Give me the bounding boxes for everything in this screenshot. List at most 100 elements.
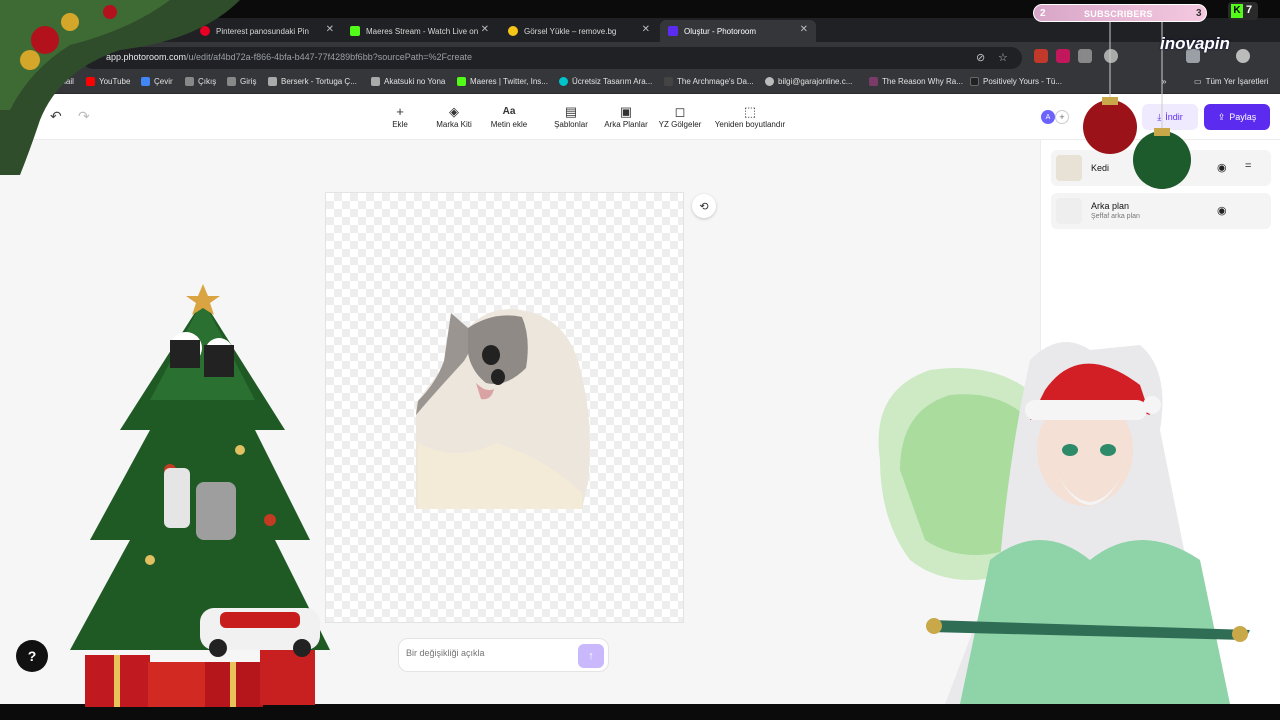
tab-title: Pinterest panosundaki Pin (216, 26, 309, 36)
subscriber-count-left: 2 (1040, 8, 1046, 19)
close-icon[interactable]: ✕ (326, 24, 334, 35)
star-icon[interactable]: ☆ (998, 51, 1008, 64)
kick-count: 7 (1246, 4, 1253, 16)
page-icon (664, 77, 673, 86)
extension-icon[interactable] (1078, 49, 1092, 63)
tool-yeniden-boyutlandir[interactable]: ⬚ Yeniden boyutlandır (705, 104, 795, 129)
drag-handle-icon[interactable]: = (1245, 160, 1251, 172)
kick-icon: K (1231, 4, 1243, 18)
layers-panel: Kedi ◉ = Arka plan Şeffaf arka plan ◉ (1040, 140, 1280, 704)
page-icon (371, 77, 380, 86)
text-icon: Aa (502, 106, 516, 117)
page-icon (185, 77, 194, 86)
send-button[interactable]: ↑ (578, 644, 604, 668)
layer-name: Kedi (1091, 163, 1110, 173)
removebg-icon (508, 26, 518, 36)
address-row: ⚙ app.photoroom.com/u/edit/af4bd72a-f866… (0, 42, 1280, 72)
address-bar[interactable]: ⚙ app.photoroom.com/u/edit/af4bd72a-f866… (82, 47, 1022, 69)
screen: { "browser": { "tabs": [ {"title": "Pint… (0, 0, 1280, 720)
layer-item-kedi[interactable]: Kedi ◉ = (1051, 150, 1271, 186)
canvas-ai-icon[interactable]: ⟲ (692, 194, 716, 218)
pinterest-icon (200, 26, 210, 36)
layer-item-arka-plan[interactable]: Arka plan Şeffaf arka plan ◉ (1051, 193, 1271, 229)
tool-metin-ekle[interactable]: Aa Metin ekle (474, 104, 544, 129)
folder-icon: ▭ (1194, 77, 1202, 86)
bookmark-reason[interactable]: The Reason Why Ra... (869, 77, 963, 86)
bookmarks-bar: Gmail YouTube Çevir Çıkış Giriş Berserk … (0, 72, 1280, 94)
extension-icon[interactable] (1034, 49, 1048, 63)
extension-icon[interactable] (1056, 49, 1070, 63)
download-icon: ⤓ (1157, 111, 1162, 122)
tab-photoroom[interactable]: Oluştur - Photoroom ✕ (660, 20, 816, 42)
prompt-box[interactable]: ↑ (398, 638, 609, 672)
arrow-up-icon: ↑ (588, 650, 594, 662)
bookmark-yona[interactable]: Akatsuki no Yona (371, 77, 445, 86)
help-button[interactable]: ? (16, 640, 48, 672)
bookmark-positively[interactable]: Positively Yours - Tü... (970, 77, 1062, 86)
bookmark-gmail[interactable]: Gmail (40, 77, 74, 86)
close-icon[interactable]: ✕ (642, 24, 650, 35)
eye-icon[interactable]: ◉ (1217, 161, 1227, 174)
bookmark-cikis[interactable]: Çıkış (185, 77, 216, 86)
tab-title: Oluştur - Photoroom (684, 26, 757, 36)
layer-thumbnail (1056, 155, 1082, 181)
photoroom-icon (668, 26, 678, 36)
bottom-strip (0, 704, 1280, 720)
invite-plus-icon[interactable]: + (1055, 110, 1069, 124)
page-icon (970, 77, 979, 86)
eye-icon[interactable]: ◉ (1217, 204, 1227, 217)
tab-kick[interactable]: Maeres Stream - Watch Live on ✕ (342, 20, 497, 42)
page-icon (268, 77, 277, 86)
redo-icon[interactable]: ↷ (78, 108, 90, 125)
share-button[interactable]: ⇪ Paylaş (1204, 104, 1270, 130)
translate-icon (141, 77, 150, 86)
kick-icon (350, 26, 360, 36)
canvas[interactable] (325, 192, 684, 623)
download-button[interactable]: ⤓ İndir (1142, 104, 1198, 130)
youtube-icon (86, 77, 95, 86)
resize-icon: ⬚ (743, 104, 757, 119)
subscriber-goal-bar: 2 SUBSCRIBERS 3 (1033, 4, 1207, 22)
layer-name: Arka plan (1091, 201, 1130, 211)
bookmark-cevir[interactable]: Çevir (141, 77, 173, 86)
photoroom-editor: ↶ ↷ + Ekle ◈ Marka Kiti Aa Metin ekle ▤ Şabl… (0, 94, 1280, 704)
profile-avatar[interactable] (1236, 49, 1250, 63)
layer-thumbnail (1056, 198, 1082, 224)
describe-change-input[interactable] (406, 648, 566, 658)
tab-pinterest[interactable]: Pinterest panosundaki Pin ✕ (192, 20, 342, 42)
tab-removebg[interactable]: Görsel Yükle – remove.bg ✕ (500, 20, 658, 42)
page-icon (227, 77, 236, 86)
page-icon (869, 77, 878, 86)
kick-icon (457, 77, 466, 86)
close-icon[interactable]: ✕ (800, 24, 808, 35)
subscriber-count-right: 3 (1196, 8, 1202, 19)
close-icon[interactable]: ✕ (481, 24, 489, 35)
gmail-icon (40, 77, 49, 86)
kick-badge: K 7 (1228, 2, 1258, 20)
inovapin-watermark: inovapin (1160, 34, 1230, 53)
bookmark-archmage[interactable]: The Archmage's Da... (664, 77, 754, 86)
all-bookmarks-folder[interactable]: ▭ Tüm Yer İşaretleri (1194, 77, 1268, 86)
bookmark-maeres[interactable]: Maeres | Twitter, Ins... (457, 77, 548, 86)
bookmark-canva[interactable]: Ücretsiz Tasarım Ara... (559, 77, 652, 86)
bookmark-giris[interactable]: Giriş (227, 77, 256, 86)
more-bookmarks-icon[interactable]: » (1162, 77, 1166, 86)
undo-icon[interactable]: ↶ (50, 108, 62, 125)
tab-title: Maeres Stream - Watch Live on (366, 26, 479, 36)
layer-subtitle: Şeffaf arka plan (1091, 213, 1140, 220)
subscribers-label: SUBSCRIBERS (1084, 9, 1153, 19)
globe-icon (765, 77, 774, 86)
cat-image[interactable] (326, 193, 685, 624)
url-text: app.photoroom.com/u/edit/af4bd72a-f866-4… (106, 52, 473, 62)
bookmark-berserk[interactable]: Berserk - Tortuga Ç... (268, 77, 357, 86)
tab-title: Görsel Yükle – remove.bg (524, 26, 617, 36)
canva-icon (559, 77, 568, 86)
avatar[interactable]: A (1041, 110, 1055, 124)
extension-icon[interactable] (1104, 49, 1118, 63)
eye-off-icon[interactable]: ⊘ (976, 51, 985, 64)
editor-toolbar: ↶ ↷ + Ekle ◈ Marka Kiti Aa Metin ekle ▤ Şabl… (0, 94, 1280, 140)
share-icon: ⇪ (1217, 111, 1226, 122)
site-info-icon[interactable]: ⚙ (88, 51, 98, 64)
bookmark-garaj[interactable]: bilgi@garajonline.c... (765, 77, 852, 86)
bookmark-youtube[interactable]: YouTube (86, 77, 130, 86)
